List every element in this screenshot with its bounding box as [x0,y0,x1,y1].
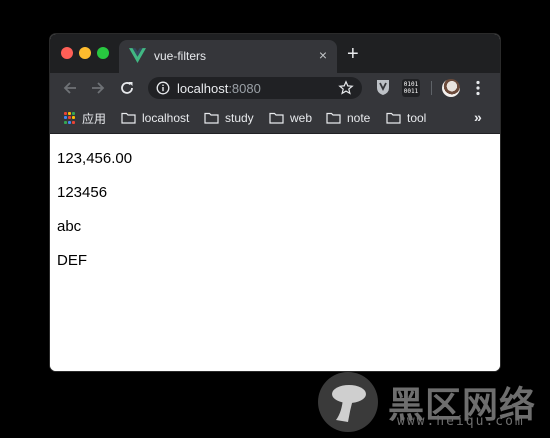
address-bar[interactable]: localhost:8080 [148,77,362,99]
info-icon[interactable] [156,81,170,95]
binary-extension-icon[interactable]: 0101 0011 [402,79,420,97]
maximize-window-button[interactable] [97,47,109,59]
folder-icon [386,112,401,124]
bookmark-folder-web[interactable]: web [269,110,312,126]
browser-window: vue-filters × + localhost:8080 0101 0011… [50,34,500,371]
watermark-url: www.heiqu.com [397,414,525,429]
url-host: localhost [177,81,229,96]
tab-strip: vue-filters × + [50,34,500,73]
close-window-button[interactable] [61,47,73,59]
tab-vue-filters[interactable]: vue-filters × [119,40,337,73]
folder-icon [326,112,341,124]
profile-avatar[interactable] [442,79,460,97]
apps-grid-dot [68,120,71,124]
reload-icon[interactable] [117,78,137,98]
url-port: :8080 [228,81,261,96]
bookmark-label: note [347,111,371,125]
uppercase-text: DEF [57,252,87,269]
bookmark-label: localhost [142,111,190,125]
minimize-window-button[interactable] [79,47,91,59]
new-tab-button[interactable]: + [347,44,359,64]
lowercase-text: abc [57,218,82,235]
bookmark-folder-localhost[interactable]: localhost [121,110,189,126]
bookmark-apps[interactable]: 应用 [64,110,106,126]
page-content: 123,456.00 123456 abc DEF [50,134,500,371]
apps-grid-dot [72,120,75,124]
tab-close-icon[interactable]: × [319,47,327,63]
apps-grid-dot [68,112,71,115]
bookmark-folder-study[interactable]: study [204,110,254,126]
back-arrow-icon[interactable] [60,78,80,98]
formatted-currency-text: 123,456.00 [57,150,133,167]
apps-grid-dot [72,116,75,120]
bookmark-folder-note[interactable]: note [326,110,370,126]
toolbar: localhost:8080 0101 0011 [50,73,500,103]
apps-grid-dot [68,116,71,120]
folder-icon [121,112,136,124]
bookmark-apps-label: 应用 [82,111,107,126]
binary-line-1: 0101 [403,81,419,88]
tab-title: vue-filters [154,49,207,63]
bookmark-label: study [225,111,254,125]
toolbar-divider [431,81,432,95]
url-text: localhost:8080 [177,81,261,96]
apps-grid-icon [64,112,76,124]
bookmark-folder-tool[interactable]: tool [386,110,426,126]
vue-logo-icon [129,48,146,63]
forward-arrow-icon[interactable] [88,78,108,98]
more-menu-icon[interactable] [476,80,480,96]
mushroom-logo-icon [332,385,366,422]
bookmark-label: web [290,111,313,125]
watermark-logo [318,372,378,432]
binary-line-2: 0011 [403,88,419,95]
bookmarks-overflow-button[interactable]: » [474,109,482,125]
apps-grid-dot [64,116,67,120]
bookmarks-bar: 应用 localhost study web note tool » [50,103,500,134]
folder-icon [269,112,284,124]
apps-grid-dot [64,112,67,115]
formatted-number-text: 123456 [57,184,108,201]
apps-grid-dot [72,112,75,115]
apps-grid-dot [64,120,67,124]
bookmark-label: tool [407,111,427,125]
folder-icon [204,112,219,124]
vue-devtools-extension-icon[interactable] [375,79,391,96]
bookmark-star-icon[interactable] [338,80,354,96]
